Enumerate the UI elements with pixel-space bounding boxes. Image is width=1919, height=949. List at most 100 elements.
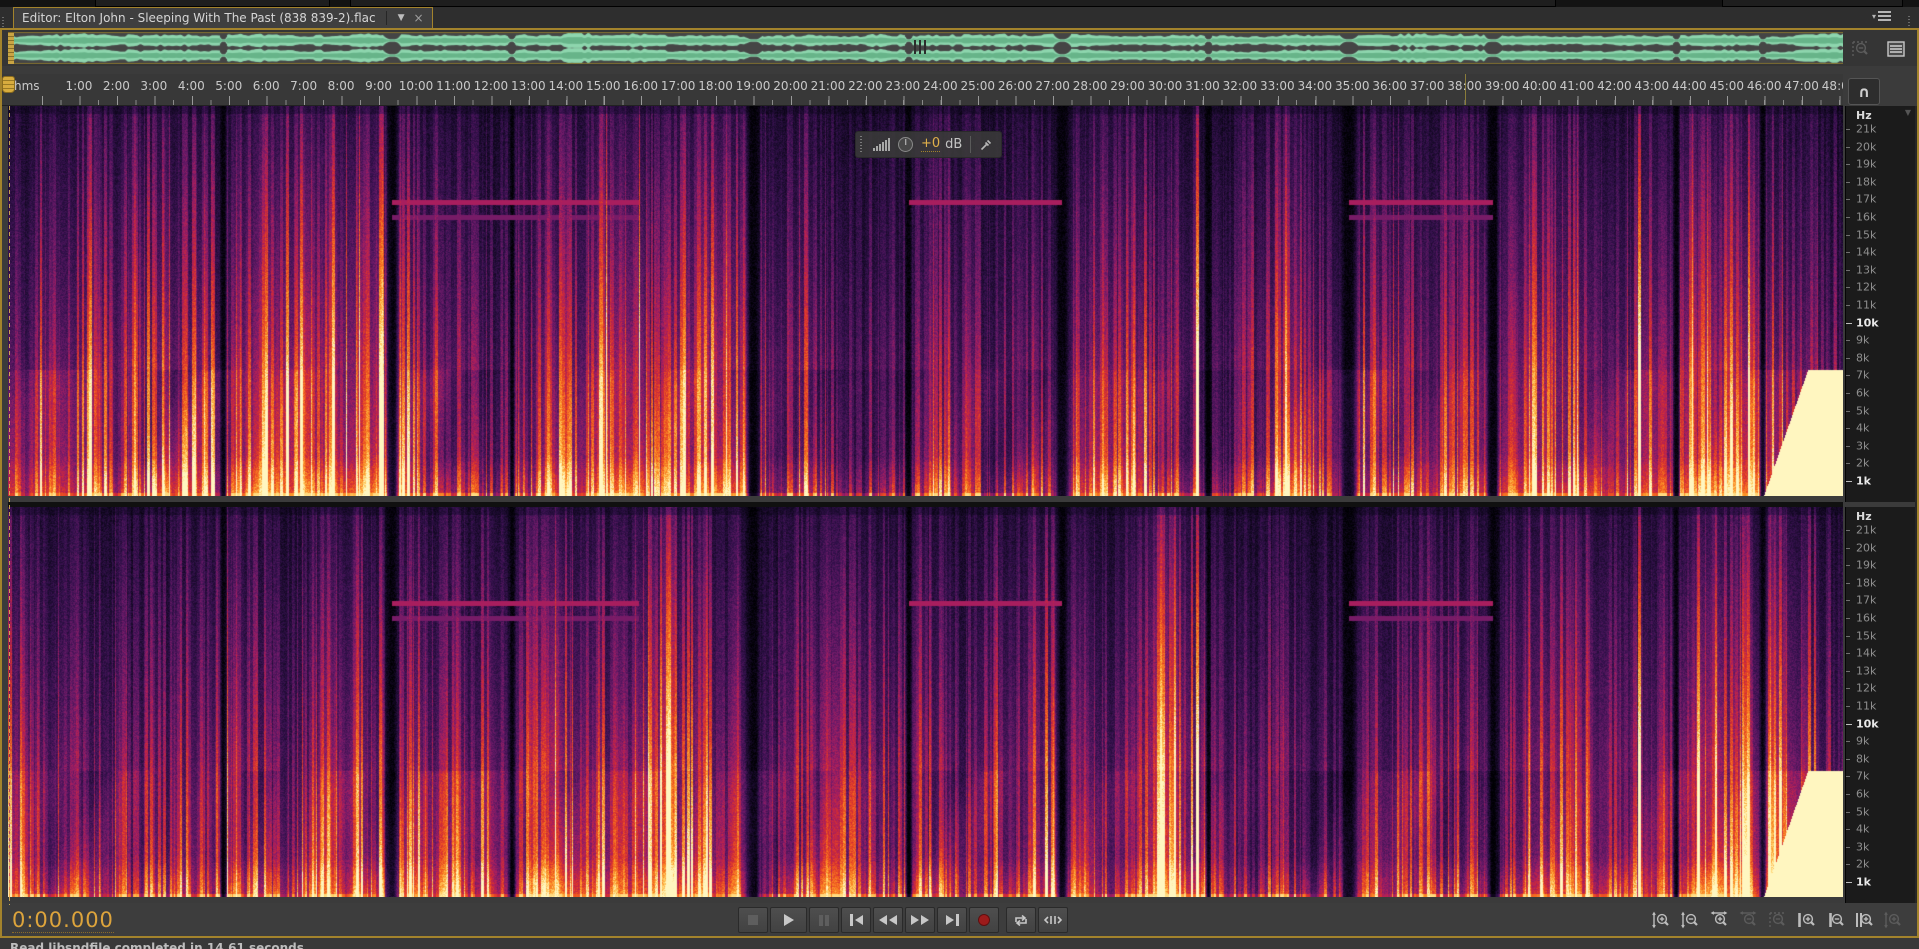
ruler-time-label: 18:00 <box>698 79 733 93</box>
spectrogram-right-channel[interactable] <box>8 507 1843 897</box>
ruler-time-label: 12:00 <box>474 79 509 93</box>
zoom-in-time-button[interactable] <box>1706 907 1732 933</box>
editor-tab-bar: Editor: Elton John - Sleeping With The P… <box>0 7 1919 28</box>
frequency-label: 5k <box>1856 404 1869 417</box>
ruler-time-label: 17:00 <box>661 79 696 93</box>
ruler-time-label: 13:00 <box>511 79 546 93</box>
ruler-time-label: 1:00 <box>65 79 92 93</box>
editor-file-tab[interactable]: Editor: Elton John - Sleeping With The P… <box>13 7 433 28</box>
volume-hud[interactable]: +0 dB <box>855 131 1002 158</box>
frequency-label: 13k <box>1856 664 1876 677</box>
snap-toggle-button[interactable]: ∩ <box>1848 78 1880 105</box>
transport-controls <box>738 907 1068 933</box>
pause-button[interactable] <box>809 907 839 933</box>
frequency-label: 17k <box>1856 193 1876 206</box>
frequency-label: 11k <box>1856 299 1876 312</box>
ruler-time-label: 35:00 <box>1335 79 1370 93</box>
frequency-tick <box>1846 411 1850 412</box>
frequency-label: 20k <box>1856 541 1876 554</box>
stop-button[interactable] <box>738 907 768 933</box>
ruler-time-label: 4:00 <box>178 79 205 93</box>
zoom-in-at-in-point-button[interactable] <box>1793 907 1819 933</box>
ruler-time-label: 15:00 <box>586 79 621 93</box>
current-time-display[interactable]: 0:00.000 <box>12 908 114 933</box>
zoom-navigator-row <box>2 30 1917 66</box>
frequency-label: 8k <box>1856 752 1869 765</box>
record-button[interactable] <box>969 907 999 933</box>
tab-dropdown-icon[interactable]: ▼ <box>393 13 410 23</box>
frequency-label: 2k <box>1856 858 1869 871</box>
frequency-tick <box>1846 776 1850 777</box>
ruler-time-label: 44:00 <box>1672 79 1707 93</box>
ruler-time-label: 32:00 <box>1223 79 1258 93</box>
zoom-out-amplitude-button[interactable] <box>1677 907 1703 933</box>
playhead-handle[interactable] <box>2 76 15 93</box>
ruler-time-label: 30:00 <box>1148 79 1183 93</box>
frequency-label: 6k <box>1856 788 1869 801</box>
rewind-button[interactable] <box>873 907 903 933</box>
zoom-out-full-button[interactable] <box>1764 907 1790 933</box>
play-button[interactable] <box>770 907 807 933</box>
fast-forward-button[interactable] <box>905 907 935 933</box>
frequency-tick <box>1846 147 1850 148</box>
frequency-label: 20k <box>1856 140 1876 153</box>
hud-separator <box>970 136 971 153</box>
ruler-time-label: 5:00 <box>215 79 242 93</box>
frequency-tick <box>1846 706 1850 707</box>
frequency-tick <box>1846 671 1850 672</box>
ruler-time-label: 34:00 <box>1298 79 1333 93</box>
frequency-label: 12k <box>1856 281 1876 294</box>
skip-selection-button[interactable] <box>1038 907 1068 933</box>
volume-bars-icon <box>873 138 890 151</box>
move-cti-to-previous-button[interactable] <box>841 907 871 933</box>
frequency-label: 19k <box>1856 158 1876 171</box>
frequency-label: 15k <box>1856 228 1876 241</box>
frequency-tick <box>1846 759 1850 760</box>
frequency-scale-left-channel[interactable]: ▼ Hz21k20k19k18k17k16k15k14k13k12k11k10k… <box>1845 106 1915 502</box>
zoom-in-amplitude-button[interactable] <box>1648 907 1674 933</box>
panel-menu-button[interactable]: ▾ <box>1872 11 1891 21</box>
range-selector-left-handle[interactable] <box>8 32 14 64</box>
spectrogram-left-channel[interactable] <box>8 106 1843 496</box>
frequency-tick <box>1846 847 1850 848</box>
hud-drag-grip[interactable] <box>860 136 865 153</box>
frequency-tick <box>1846 600 1850 601</box>
editor-display-menu-button[interactable] <box>1883 36 1909 62</box>
move-cti-to-next-button[interactable] <box>937 907 967 933</box>
frequency-tick <box>1846 882 1852 883</box>
frequency-unit-label: Hz <box>1856 109 1872 122</box>
tab-close-icon[interactable]: × <box>410 11 428 25</box>
frequency-tick <box>1846 323 1852 324</box>
frequency-scale-right-channel[interactable]: Hz21k20k19k18k17k16k15k14k13k12k11k10k9k… <box>1845 507 1915 903</box>
ruler-time-label: 48:00 <box>1822 79 1843 93</box>
frequency-tick <box>1846 287 1850 288</box>
ruler-major-ticks <box>42 96 1843 105</box>
frequency-label: 18k <box>1856 175 1876 188</box>
frequency-label: 8k <box>1856 351 1869 364</box>
frequency-tick <box>1846 182 1850 183</box>
panel-drag-grip[interactable] <box>2 17 7 31</box>
reset-vertical-zoom-button[interactable] <box>1880 907 1906 933</box>
gain-value[interactable]: +0 <box>921 137 940 152</box>
range-selector-center-grip[interactable] <box>914 40 926 54</box>
pin-icon[interactable] <box>979 138 993 152</box>
playhead-line <box>9 106 10 905</box>
scale-scroll-arrow-icon[interactable]: ▼ <box>1905 108 1911 117</box>
ruler-time-label: 7:00 <box>290 79 317 93</box>
gain-knob[interactable] <box>898 137 913 152</box>
zoom-in-at-out-point-button[interactable] <box>1822 907 1848 933</box>
tab-title: Editor: Elton John - Sleeping With The P… <box>22 11 376 25</box>
loop-playback-button[interactable] <box>1006 907 1036 933</box>
overview-zoom-out-full-button[interactable] <box>1847 36 1873 62</box>
ruler-time-label: 40:00 <box>1522 79 1557 93</box>
ruler-time-label: 39:00 <box>1485 79 1520 93</box>
ruler-time-label: 25:00 <box>960 79 995 93</box>
ruler-time-label: 20:00 <box>773 79 808 93</box>
zoom-out-time-button[interactable] <box>1735 907 1761 933</box>
ruler-time-label: 42:00 <box>1597 79 1632 93</box>
ruler-time-label: 22:00 <box>848 79 883 93</box>
zoom-to-selection-button[interactable] <box>1851 907 1877 933</box>
panel-drag-grip[interactable] <box>1908 16 1913 30</box>
timeline-ruler[interactable]: hms 1:002:003:004:005:006:007:008:009:00… <box>2 74 1843 106</box>
ruler-time-label: 6:00 <box>253 79 280 93</box>
